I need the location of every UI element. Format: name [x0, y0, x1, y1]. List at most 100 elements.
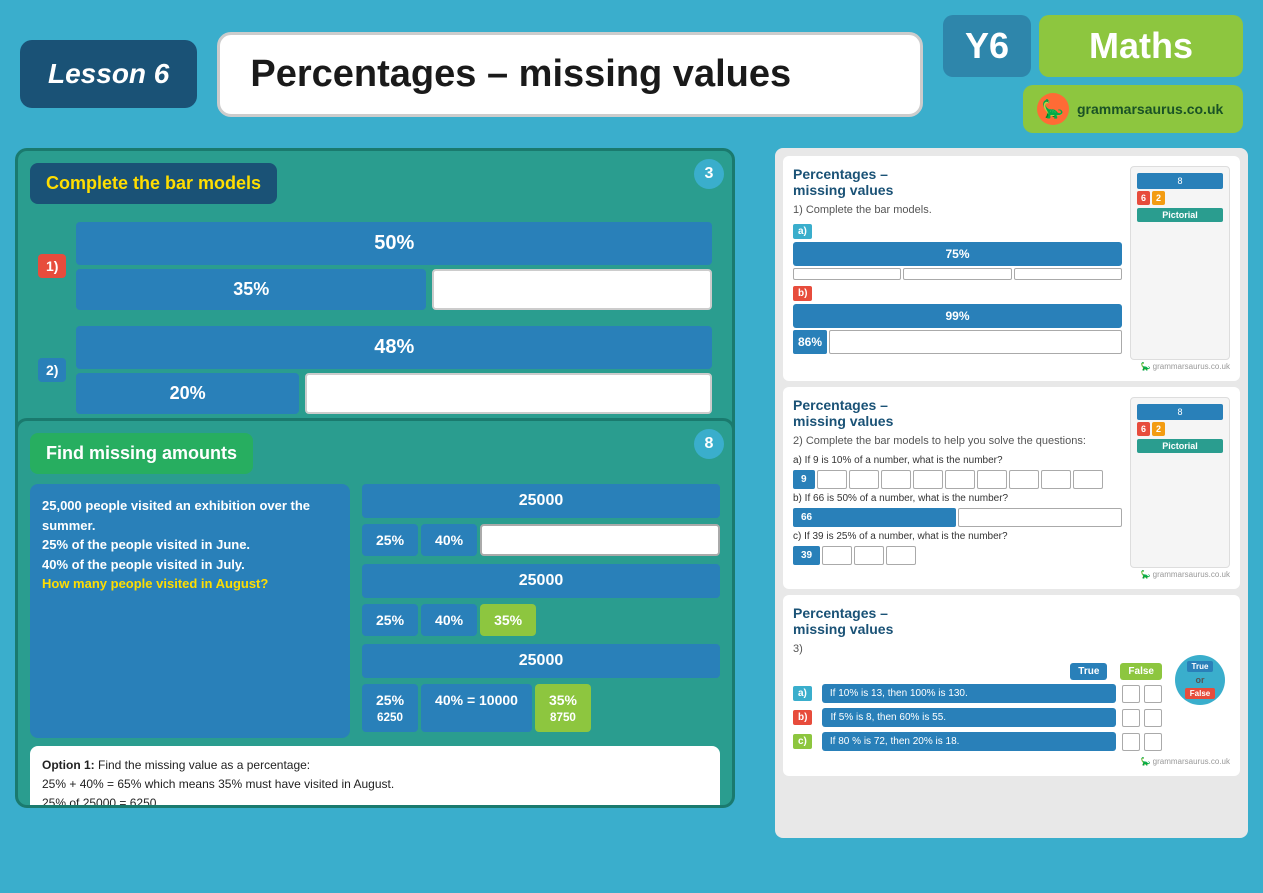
maths-badge: Maths	[1039, 15, 1243, 77]
ws2-qc-c4	[886, 546, 916, 565]
ws2-qb-c2	[958, 508, 1123, 527]
solution-text: Option 1: Find the missing value as a pe…	[42, 758, 500, 808]
ws2-qa-c3	[849, 470, 879, 489]
problem-box: 25,000 people visited an exhibition over…	[30, 484, 350, 738]
worksheet-2: Percentages –missing values 2) Complete …	[783, 387, 1240, 589]
slide-2: 8 Find missing amounts 25,000 people vis…	[15, 418, 735, 808]
ws2-pictorial: Pictorial	[1137, 439, 1223, 453]
ws1-bar-b-full: 99%	[793, 304, 1122, 328]
ws2-qa-c5	[913, 470, 943, 489]
tf-b-false-check[interactable]	[1144, 709, 1162, 727]
ws2-qc-text: c) If 39 is 25% of a number, what is the…	[793, 531, 1122, 542]
problem-text-line4: How many people visited in August?	[42, 576, 268, 591]
tf-c-statement: If 80 % is 72, then 20% is 18.	[822, 732, 1116, 751]
ws3-footer: 🦕 grammarsaurus.co.uk	[793, 757, 1230, 766]
grammar-url: grammarsaurus.co.uk	[1077, 101, 1223, 117]
ws1-bar-b-empty	[829, 330, 1122, 354]
ws2-qb-text: b) If 66 is 50% of a number, what is the…	[793, 493, 1122, 504]
tf-b-checkboxes	[1122, 709, 1162, 727]
worksheet-3: Percentages –missing values 3) True Fals…	[783, 595, 1240, 776]
ws2-qa-c8	[1009, 470, 1039, 489]
left-panel: 3 Complete the bar models 1) 50% 35% 2)	[15, 148, 765, 838]
ws1-title: Percentages –missing values	[793, 166, 1122, 198]
tf-c-label: c)	[793, 734, 812, 749]
worksheet-1: Percentages –missing values 1) Complete …	[783, 156, 1240, 381]
bt-row-4: 25% 40% 35%	[362, 604, 720, 636]
tf-a-false-check[interactable]	[1144, 685, 1162, 703]
ws2-title: Percentages –missing values	[793, 397, 1122, 429]
ws2-qb-66: 66	[793, 508, 956, 527]
tf-row-b: b) If 5% is 8, then 60% is 55.	[793, 708, 1162, 727]
bt-row-3: 25000	[362, 564, 720, 598]
bar-row-1: 1) 50% 35%	[38, 222, 712, 310]
ws2-qa-9: 9	[793, 470, 815, 489]
ws2-num-2: 2	[1152, 422, 1165, 436]
bt-aug-pct: 35%	[480, 604, 536, 636]
ws1-bar-a-c2	[903, 268, 1011, 280]
slide-1-number: 3	[694, 159, 724, 189]
ws1-num-grid: 6 2	[1137, 191, 1223, 205]
ws2-qc: c) If 39 is 25% of a number, what is the…	[793, 531, 1122, 565]
tof-or: or	[1196, 675, 1205, 685]
bt-aug-final: 35%8750	[535, 684, 591, 732]
ws1-part-a: a) 75%	[793, 224, 1122, 280]
ws2-qc-39: 39	[793, 546, 820, 565]
solution-box: Option 1: Find the missing value as a pe…	[30, 746, 720, 808]
bt-june: 25%	[362, 524, 418, 556]
tof-icon: True or False	[1175, 655, 1225, 705]
bt-row-5: 25000	[362, 644, 720, 678]
ws2-qb: b) If 66 is 50% of a number, what is the…	[793, 493, 1122, 527]
tf-a-statement: If 10% is 13, then 100% is 130.	[822, 684, 1116, 703]
bt-row-1: 25000	[362, 484, 720, 518]
year-badge: Y6	[943, 15, 1031, 77]
ws3-title: Percentages –missing values	[793, 605, 1162, 637]
bt-aug-empty	[480, 524, 720, 556]
tf-c-false-check[interactable]	[1144, 733, 1162, 751]
bt-total-3: 25000	[362, 644, 720, 678]
ws2-qa-c7	[977, 470, 1007, 489]
slide-2-header: Find missing amounts	[30, 433, 253, 474]
ws1-bar-a-c3	[1014, 268, 1122, 280]
bt-july: 40%	[421, 524, 477, 556]
bar-tables: 25000 25% 40% 25000 25% 40%	[362, 484, 720, 738]
tf-a-checkboxes	[1122, 685, 1162, 703]
tf-true-header: True	[1070, 663, 1107, 680]
tf-a-true-check[interactable]	[1122, 685, 1140, 703]
year-maths-badges: Y6 Maths	[943, 15, 1243, 77]
tf-row-a: a) If 10% is 13, then 100% is 130.	[793, 684, 1162, 703]
q2-label: 2)	[38, 358, 66, 382]
ws2-qa-c10	[1073, 470, 1103, 489]
bar-partial-35: 35%	[76, 269, 426, 310]
slide-2-number: 8	[694, 429, 724, 459]
bt-total: 25000	[362, 484, 720, 518]
right-header: Y6 Maths 🦕 grammarsaurus.co.uk	[943, 15, 1243, 133]
title-box: Percentages – missing values	[217, 32, 923, 117]
bottom-content: 25,000 people visited an exhibition over…	[18, 484, 732, 738]
tf-b-true-check[interactable]	[1122, 709, 1140, 727]
ws1-a-label: a)	[793, 224, 812, 239]
ws2-section-header: 2) Complete the bar models to help you s…	[793, 435, 1122, 447]
bt-total-2: 25000	[362, 564, 720, 598]
ws2-qa-text: a) If 9 is 10% of a number, what is the …	[793, 455, 1122, 466]
ws2-qc-c2	[822, 546, 852, 565]
ws2-qa-c4	[881, 470, 911, 489]
tf-c-true-check[interactable]	[1122, 733, 1140, 751]
grammar-logo-icon: 🦕	[1037, 93, 1069, 125]
bar-empty-2	[305, 373, 712, 414]
ws2-qa-c2	[817, 470, 847, 489]
ws2-footer: 🦕 grammarsaurus.co.uk	[793, 570, 1230, 579]
bar-partial-2: 20%	[76, 373, 298, 414]
ws2-preview: 8 6 2 Pictorial	[1130, 397, 1230, 568]
ws2-qc-c3	[854, 546, 884, 565]
tf-b-statement: If 5% is 8, then 60% is 55.	[822, 708, 1116, 727]
ws1-bar-a-row	[793, 268, 1122, 280]
ws1-pictorial: Pictorial	[1137, 208, 1223, 222]
ws1-num-6: 6	[1137, 191, 1150, 205]
bt-row-2: 25% 40%	[362, 524, 720, 556]
bar-model-container-1: 1) 50% 35% 2) 48% 20%	[18, 222, 732, 414]
ws1-preview-bar: 8	[1137, 173, 1223, 189]
bt-june-2: 25%	[362, 604, 418, 636]
ws1-section-header: 1) Complete the bar models.	[793, 204, 1122, 216]
bt-row-6: 25%6250 40% = 10000 35%8750	[362, 684, 720, 732]
tof-false-chip: False	[1185, 688, 1215, 699]
